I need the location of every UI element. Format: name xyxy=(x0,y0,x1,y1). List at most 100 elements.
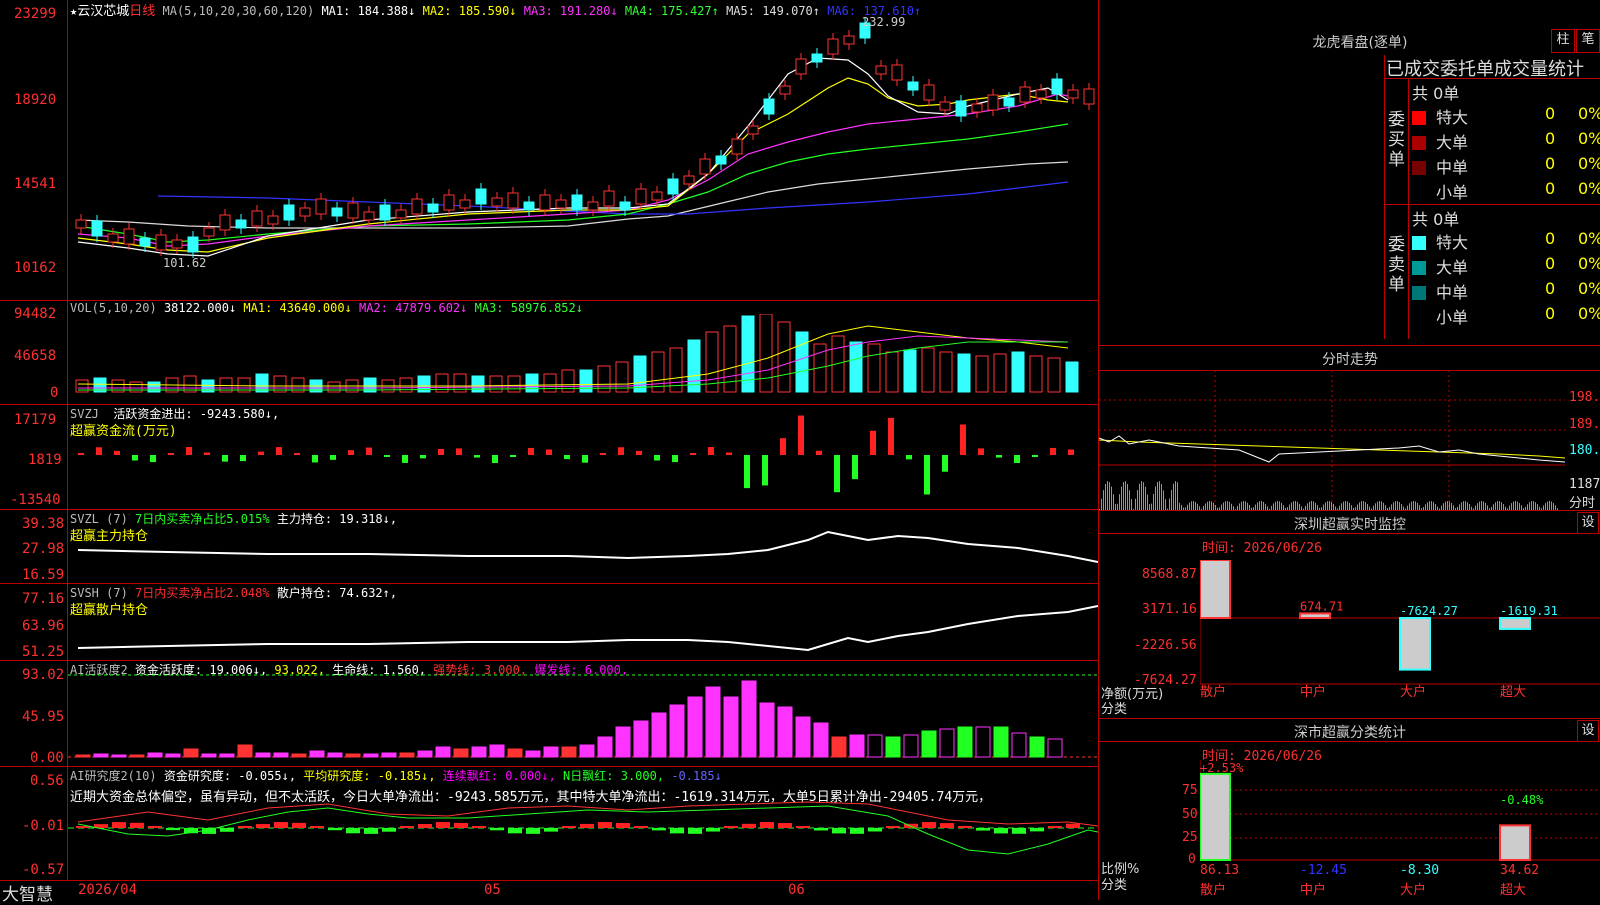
ai-bar xyxy=(417,750,433,758)
vol-bar xyxy=(903,349,917,393)
air-bar xyxy=(814,828,828,831)
minute-vol-bar xyxy=(1275,501,1276,510)
svzj-bar xyxy=(132,455,138,461)
sell-row-pct: 0% xyxy=(1578,254,1600,273)
minute-vol-bar xyxy=(1465,501,1466,510)
minute-vol-bar xyxy=(1211,501,1212,510)
svzj-bar xyxy=(672,455,678,463)
class-category: 分类 xyxy=(1101,878,1128,893)
svzj-bar xyxy=(402,455,408,463)
candle xyxy=(283,204,295,221)
air-bar xyxy=(832,828,846,834)
svzj-bar xyxy=(1032,455,1038,457)
air-bar xyxy=(130,822,144,828)
candle xyxy=(923,84,935,101)
sz-bar-label: -1619.31 xyxy=(1500,604,1558,618)
candle xyxy=(155,234,167,251)
sz-settings-button[interactable]: 设 xyxy=(1577,512,1599,534)
sell-row: 中单 xyxy=(1412,279,1468,303)
svzj-axis-label: -13540 xyxy=(10,492,61,508)
minute-vol-bar xyxy=(1331,502,1332,510)
minute-vol-bar xyxy=(1375,503,1376,510)
candle xyxy=(123,228,135,245)
ai-bar xyxy=(291,753,307,758)
candle xyxy=(1003,97,1015,107)
minute-axis-label: 198.4 xyxy=(1569,390,1600,405)
minute-chart[interactable] xyxy=(1099,370,1565,510)
minute-vol-bar xyxy=(1551,501,1552,510)
minute-vol-bar xyxy=(1511,503,1512,510)
air-bar xyxy=(958,826,972,828)
minute-vol-bar xyxy=(1477,503,1478,510)
minute-vol-bar xyxy=(1443,503,1444,510)
minute-vol-bar xyxy=(1517,501,1518,510)
vol-bar xyxy=(1047,357,1061,393)
sell-row-name: 大单 xyxy=(1436,258,1469,277)
minute-vol-bar xyxy=(1101,498,1102,510)
ai-research-v4: N日飘红: 3.000, xyxy=(563,769,665,783)
vol-bar xyxy=(795,331,809,393)
vol-value-1: 38122.000↓ xyxy=(163,301,244,315)
ai-bar xyxy=(471,746,487,758)
minute-vol-bar xyxy=(1195,501,1196,510)
svzj-bar xyxy=(1014,455,1020,463)
minute-vol-bar xyxy=(1329,501,1330,510)
minute-vol-bar xyxy=(1177,482,1178,510)
bar-mode-button[interactable]: 柱 xyxy=(1551,29,1575,53)
vol-bar xyxy=(615,361,629,393)
minute-vol-bar xyxy=(1147,494,1148,510)
tick-mode-button[interactable]: 笔 xyxy=(1576,29,1600,53)
svzj-bar xyxy=(978,448,984,455)
svzj-bar xyxy=(744,455,750,489)
minute-vol-bar xyxy=(1263,501,1264,510)
svsh-axis-label: 51.25 xyxy=(22,644,65,660)
svzj-bar xyxy=(312,455,318,463)
class-bar-label: 34.62 xyxy=(1500,863,1539,878)
low-label: 101.62 xyxy=(163,256,206,270)
air-bar xyxy=(706,828,720,832)
candle xyxy=(395,209,407,219)
svzj-bar xyxy=(114,450,120,455)
sz-bar-label: 674.71 xyxy=(1300,599,1343,613)
sz-category-label: 中户 xyxy=(1300,684,1326,700)
candle xyxy=(683,175,695,185)
minute-vol-bar xyxy=(1479,501,1480,510)
sz-bar xyxy=(1299,612,1331,619)
svzj-bar xyxy=(1050,447,1056,455)
candle xyxy=(459,199,471,209)
vol-axis-label: 0 xyxy=(50,385,59,401)
candle xyxy=(1051,78,1063,95)
minute-vol-bar xyxy=(1297,501,1298,510)
minute-vol-bar xyxy=(1445,501,1446,510)
minute-vol-bar xyxy=(1135,498,1136,510)
ai-bar xyxy=(219,753,235,758)
minute-vol-bar xyxy=(1519,503,1520,510)
minute-vol-bar xyxy=(1227,501,1228,510)
minute-vol-bar xyxy=(1461,502,1462,510)
vol-bar xyxy=(957,353,971,393)
kline-chart[interactable]: 232.99 101.62 xyxy=(68,14,1098,300)
minute-vol-bar xyxy=(1169,498,1170,510)
minute-vol-bar xyxy=(1365,502,1366,510)
vol-bar xyxy=(939,351,953,393)
vol-bar xyxy=(633,355,647,393)
svzj-bar xyxy=(438,448,444,455)
class-settings-button[interactable]: 设 xyxy=(1577,720,1599,742)
ai-bar xyxy=(75,754,91,758)
candle xyxy=(571,194,583,211)
air-bar xyxy=(580,823,594,828)
candle xyxy=(299,207,311,217)
buy-row: 中单 xyxy=(1412,154,1468,178)
vol-bar xyxy=(921,347,935,393)
candle xyxy=(539,194,551,211)
minute-vol-bar xyxy=(1545,503,1546,510)
minute-vol-bar xyxy=(1501,502,1502,510)
candle xyxy=(603,190,615,207)
svzj-bar xyxy=(906,455,912,460)
sell-row-pct: 0% xyxy=(1578,229,1600,248)
sell-row-name: 中单 xyxy=(1436,283,1469,302)
svzj-bar xyxy=(366,447,372,455)
sell-row-name: 小单 xyxy=(1436,308,1469,327)
minute-vol-bar xyxy=(1157,481,1158,510)
class-axis-label: 0 xyxy=(1188,852,1196,867)
